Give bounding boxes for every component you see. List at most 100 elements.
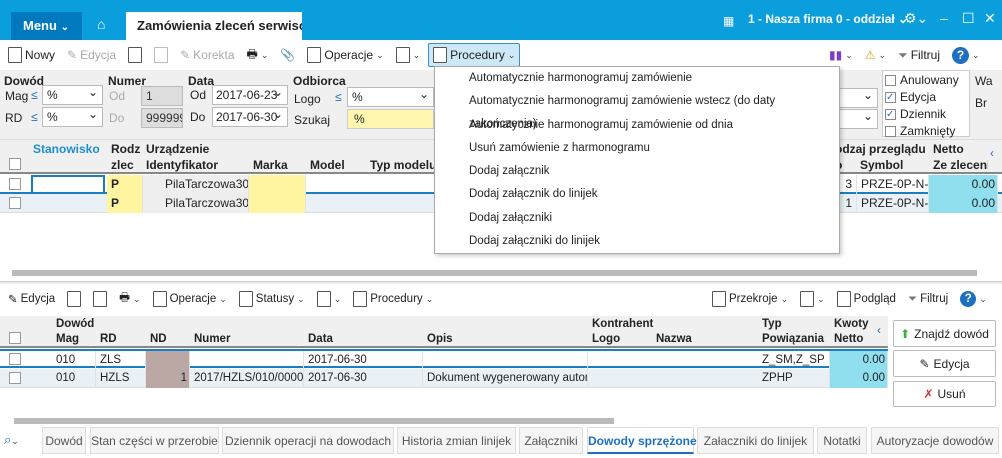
filter-button[interactable]: ⏷ Filtruj: [894, 43, 944, 67]
tab-historia-zmian[interactable]: Historia zmian linijek: [397, 427, 516, 454]
check-anulowany[interactable]: Anulowany: [885, 73, 959, 87]
search-document-icon: [67, 291, 82, 307]
tab-autoryzacje[interactable]: Autoryzacje dowodów: [871, 427, 999, 454]
tab-dziennik-operacji[interactable]: Dziennik operacji na dowodach: [222, 427, 394, 454]
numer-od-input[interactable]: 1: [141, 86, 183, 106]
col-stanowisko[interactable]: Stanowisko: [33, 142, 100, 156]
tabs-menu-icon[interactable]: ⌕⌄: [4, 432, 19, 448]
table-row[interactable]: 010 HZLS 1 2017/HZLS/010/0000 2017-06-30…: [0, 369, 888, 388]
bottom-edit-button[interactable]: ✎ Edycja: [4, 287, 59, 311]
odbiorca-select-1[interactable]: [835, 86, 878, 108]
scroll-left-icon[interactable]: ‹: [877, 323, 881, 337]
select-all-checkbox[interactable]: [9, 158, 21, 170]
col-logo[interactable]: Logo: [592, 333, 620, 345]
menu-item[interactable]: Dodaj załączniki do linijek: [435, 230, 839, 253]
tab-active-document[interactable]: Zamówienia zleceń serwisowych: [126, 12, 302, 40]
check-edycja[interactable]: ✓ Edycja: [885, 90, 936, 104]
bottom-operations-button[interactable]: Operacje ⌄: [149, 287, 231, 311]
col-ze-zlecenia[interactable]: Ze zlecenia: [933, 158, 988, 172]
check-dziennik[interactable]: ✓ Dziennik: [885, 107, 946, 121]
col-model[interactable]: Model: [310, 158, 345, 172]
menu-item[interactable]: Dodaj załącznik: [435, 160, 839, 183]
logo-select[interactable]: %: [347, 85, 434, 107]
mag-select[interactable]: %: [42, 83, 103, 105]
side-edit-button[interactable]: ✎ Edycja: [893, 350, 996, 377]
col-data[interactable]: Data: [308, 333, 333, 345]
maximize-icon[interactable]: ☐: [962, 10, 975, 27]
tab-dowody-sprzezone[interactable]: Dowody sprzężone: [587, 427, 697, 454]
scroll-left-icon[interactable]: ‹: [990, 146, 994, 160]
operations-button[interactable]: Operacje ⌄: [303, 43, 387, 67]
tab-zalaczniki-do-linijek[interactable]: Załaczniki do linijek: [697, 427, 814, 454]
select-all-checkbox[interactable]: [9, 332, 21, 344]
search-input[interactable]: %: [347, 109, 434, 129]
data-label: Data: [188, 74, 215, 88]
check-zamkniety[interactable]: Zamknięty: [885, 124, 955, 138]
col-symbol[interactable]: Symbol: [860, 158, 903, 172]
gear-icon[interactable]: ⚙⌄: [904, 10, 928, 27]
col-marka[interactable]: Marka: [253, 158, 288, 172]
menu-item[interactable]: Usuń zamówienie z harmonogramu: [435, 137, 839, 160]
procedures-button[interactable]: Procedury ⌄: [428, 43, 521, 67]
minimize-icon[interactable]: –: [940, 10, 948, 26]
tab-zalaczniki[interactable]: Załączniki: [519, 427, 583, 454]
menu-button[interactable]: Menu ⌄: [11, 12, 82, 40]
horizontal-scrollbar[interactable]: [12, 270, 977, 276]
col-rd[interactable]: RD: [100, 333, 117, 345]
col-opis[interactable]: Opis: [427, 333, 453, 345]
menu-item[interactable]: Dodaj załączniki: [435, 207, 839, 230]
col-powiazania[interactable]: Powiązania: [762, 333, 824, 345]
splitter[interactable]: [0, 281, 1002, 284]
chart-button[interactable]: ▮▮ ⌄: [825, 43, 857, 67]
tab-stan-czesci[interactable]: Stan części w przerobie: [90, 427, 219, 454]
numer-do-input[interactable]: 999999: [141, 108, 183, 128]
delete-button[interactable]: [150, 43, 172, 67]
bottom-horizontal-scrollbar[interactable]: [14, 418, 614, 424]
home-icon[interactable]: ⌂: [97, 16, 111, 32]
print-button[interactable]: 🖶 ⌄: [243, 43, 273, 67]
col-nazwa[interactable]: Nazwa: [656, 333, 692, 345]
close-icon[interactable]: ✕: [984, 10, 996, 27]
rd-select[interactable]: %: [42, 105, 103, 127]
bottom-links-button[interactable]: ⌄: [313, 287, 346, 311]
col-rodz[interactable]: Rodz: [111, 142, 140, 156]
statuses-button[interactable]: Statusy ⌄: [235, 287, 309, 311]
company-selector[interactable]: 1 - Nasza firma 0 - oddział ⌄: [748, 12, 908, 26]
side-delete-button[interactable]: ✗ Usuń: [893, 381, 996, 407]
navigate-button[interactable]: ⌄: [796, 287, 829, 311]
date-od-input[interactable]: 2017-06-23: [212, 83, 288, 105]
edit-button[interactable]: ✎ Edycja: [63, 43, 120, 67]
bottom-filter-button[interactable]: ⏷ Filtruj: [904, 287, 952, 311]
col-mag[interactable]: Mag: [56, 333, 79, 345]
help-button[interactable]: ? ⌄: [948, 43, 984, 67]
preview-button[interactable]: [124, 43, 146, 67]
tab-dowod[interactable]: Dowód: [42, 427, 86, 454]
links-button[interactable]: ⌄: [392, 43, 425, 67]
correct-button[interactable]: ✎ Korekta: [176, 43, 238, 67]
attachment-button[interactable]: 📎: [276, 43, 299, 67]
col-identyfikator[interactable]: Identyfikator: [146, 158, 218, 172]
podglad-button[interactable]: Podgląd: [833, 287, 900, 311]
bottom-delete-button[interactable]: [89, 287, 111, 311]
date-do-input[interactable]: 2017-06-30: [212, 105, 288, 127]
menu-item[interactable]: Dodaj załącznik do linijek: [435, 183, 839, 206]
menu-item[interactable]: Automatycznie harmonogramuj zamówienie w…: [435, 90, 839, 130]
menu-item[interactable]: Automatycznie harmonogramuj zamówienie: [435, 67, 839, 90]
col-typ-modelu[interactable]: Typ modelu: [370, 158, 436, 172]
col-netto[interactable]: Netto: [834, 333, 863, 345]
bottom-print-button[interactable]: 🖶 ⌄: [115, 287, 144, 311]
col-numer[interactable]: Numer: [194, 333, 230, 345]
sections-button[interactable]: Przekroje ⌄: [708, 287, 792, 311]
col-nd[interactable]: ND: [150, 333, 167, 345]
apps-grid-icon[interactable]: ▦: [723, 14, 734, 28]
find-document-button[interactable]: ⬆ Znajdź dowód: [893, 320, 996, 347]
bottom-preview-button[interactable]: [63, 287, 85, 311]
odbiorca-select-2[interactable]: [835, 107, 878, 129]
table-row[interactable]: 010 ZLS 2017-06-30 Z_SM,Z_SP 0.00: [0, 349, 888, 370]
tab-notatki[interactable]: Notatki: [817, 427, 867, 454]
bottom-procedures-button[interactable]: Procedury ⌄: [349, 287, 437, 311]
warnings-button[interactable]: ⚠ ⌄: [861, 43, 890, 67]
new-button[interactable]: Nowy: [4, 43, 59, 67]
menu-item[interactable]: Automatycznie harmonogramuj zamówienie o…: [435, 114, 839, 137]
bottom-help-button[interactable]: ? ⌄: [956, 287, 991, 311]
